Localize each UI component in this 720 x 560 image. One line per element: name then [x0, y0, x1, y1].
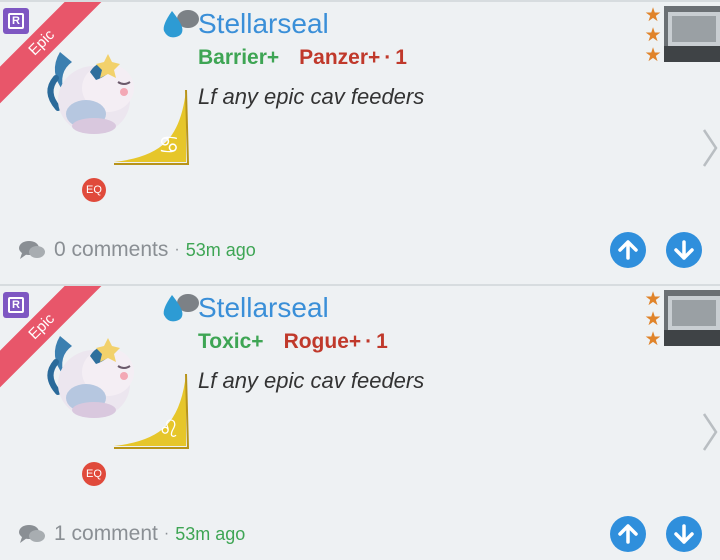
post-time: 53m ago — [185, 239, 256, 260]
chevron-right-icon[interactable] — [700, 410, 720, 454]
author-row: Stellarseal — [158, 290, 329, 326]
post-footer: 0 comments · 53m ago — [18, 234, 256, 266]
trait-tag: Rogue+ · 1 — [283, 330, 388, 353]
eq-badge: EQ — [82, 178, 106, 202]
upvote-button[interactable] — [610, 516, 646, 552]
post-feed: Epic R ♋ EQ Stellarseal Barrier+ Panzer+… — [0, 0, 720, 560]
post-message: Lf any epic cav feeders — [198, 84, 425, 109]
comments-link[interactable]: 1 comment — [54, 522, 158, 546]
arrow-up-icon — [618, 524, 638, 544]
attachment-thumbnail[interactable] — [664, 290, 720, 346]
separator-dot: · — [174, 241, 180, 258]
username-link[interactable]: Stellarseal — [198, 292, 329, 324]
arrow-down-icon — [674, 240, 694, 260]
post-card[interactable]: Epic R ♌ EQ Stellarseal Toxic+ Rogue+ · … — [0, 284, 720, 560]
tag-row: Barrier+ Panzer+ · 1 — [198, 46, 407, 70]
attachment-thumbnail[interactable] — [664, 6, 720, 62]
post-footer: 1 comment · 53m ago — [18, 518, 245, 550]
star-icon: ★ — [644, 45, 662, 66]
trait-tag: Toxic+ — [198, 330, 264, 353]
author-row: Stellarseal — [158, 6, 329, 42]
username-link[interactable]: Stellarseal — [198, 8, 329, 40]
star-rating: ★ ★ ★ — [642, 290, 664, 350]
zodiac-symbol: ♋ — [158, 131, 180, 159]
post-card[interactable]: Epic R ♋ EQ Stellarseal Barrier+ Panzer+… — [0, 0, 720, 282]
upvote-button[interactable] — [610, 232, 646, 268]
calendar-badge-icon: R — [3, 8, 29, 34]
speech-bubbles-icon — [19, 241, 45, 259]
arrow-up-icon — [618, 240, 638, 260]
zodiac-symbol: ♌ — [158, 415, 180, 443]
water-drop-and-rock-icon — [163, 10, 199, 38]
separator-dot: · — [163, 525, 170, 542]
trait-tag: Panzer+ · 1 — [299, 46, 407, 69]
tag-row: Toxic+ Rogue+ · 1 — [198, 330, 388, 354]
downvote-button[interactable] — [666, 516, 702, 552]
calendar-badge-icon: R — [3, 292, 29, 318]
trait-tag: Barrier+ — [198, 46, 280, 69]
zodiac-symbol-wrap: ♌ — [110, 370, 190, 450]
post-message: Lf any epic cav feeders — [198, 368, 425, 393]
chevron-right-icon[interactable] — [700, 126, 720, 170]
star-icon: ★ — [644, 5, 662, 26]
post-time: 53m ago — [175, 523, 246, 544]
star-rating: ★ ★ ★ — [642, 6, 664, 66]
comments-link[interactable]: 0 comments — [54, 238, 168, 262]
star-icon: ★ — [644, 309, 662, 330]
star-icon: ★ — [644, 289, 662, 310]
downvote-button[interactable] — [666, 232, 702, 268]
zodiac-symbol-wrap: ♋ — [110, 86, 190, 166]
arrow-down-icon — [674, 524, 694, 544]
star-icon: ★ — [644, 329, 662, 350]
eq-badge: EQ — [82, 462, 106, 486]
speech-bubbles-icon — [19, 525, 45, 543]
water-drop-and-rock-icon — [163, 294, 199, 322]
star-icon: ★ — [644, 25, 662, 46]
